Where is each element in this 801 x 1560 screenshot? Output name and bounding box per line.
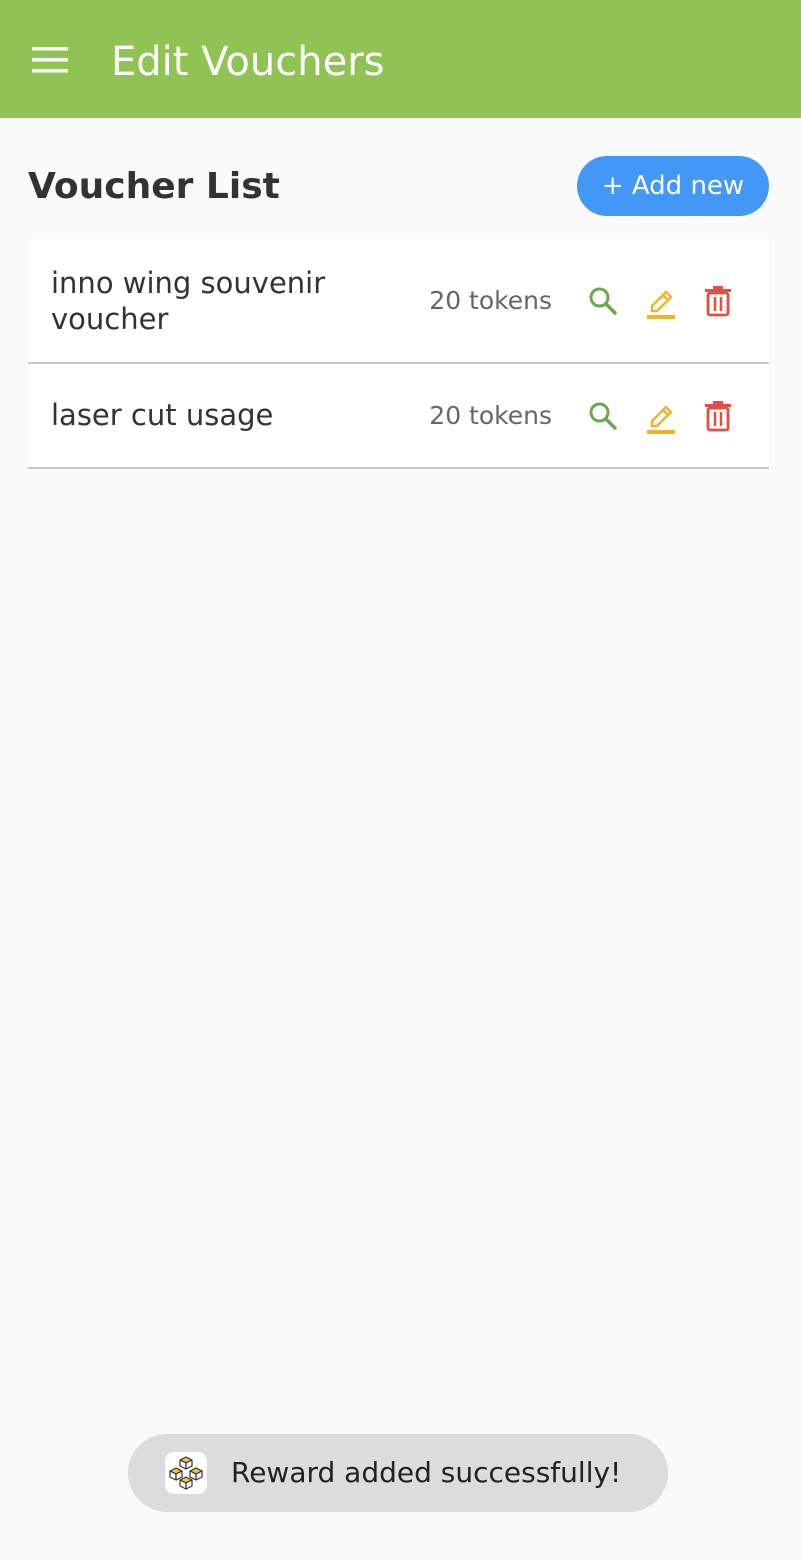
app-logo-icon [165, 1452, 207, 1494]
voucher-tokens: 20 tokens [429, 286, 552, 315]
voucher-tokens: 20 tokens [429, 401, 552, 430]
app-bar: Edit Vouchers [0, 0, 801, 118]
pencil-icon [647, 405, 675, 434]
voucher-list: inno wing souvenir voucher 20 tokens las… [28, 239, 769, 469]
page-title: Edit Vouchers [111, 39, 385, 85]
delete-button[interactable] [700, 398, 736, 434]
edit-button[interactable] [643, 283, 679, 319]
list-item: inno wing souvenir voucher 20 tokens [28, 239, 769, 364]
toast-message: Reward added successfully! [231, 1456, 622, 1489]
pencil-icon [647, 290, 675, 319]
view-button[interactable] [585, 398, 621, 434]
toast-notification: Reward added successfully! [128, 1434, 668, 1512]
menu-icon [32, 47, 68, 73]
search-icon [589, 402, 617, 430]
add-new-button[interactable]: + Add new [577, 156, 769, 216]
edit-button[interactable] [643, 398, 679, 434]
view-button[interactable] [585, 283, 621, 319]
menu-button[interactable] [24, 34, 76, 86]
delete-button[interactable] [700, 283, 736, 319]
trash-icon [705, 286, 731, 317]
search-icon [589, 287, 617, 315]
trash-icon [705, 401, 731, 432]
list-item: laser cut usage 20 tokens [28, 364, 769, 469]
section-title: Voucher List [28, 166, 280, 207]
voucher-name: laser cut usage [51, 398, 274, 432]
voucher-name: inno wing souvenir voucher [51, 266, 326, 336]
